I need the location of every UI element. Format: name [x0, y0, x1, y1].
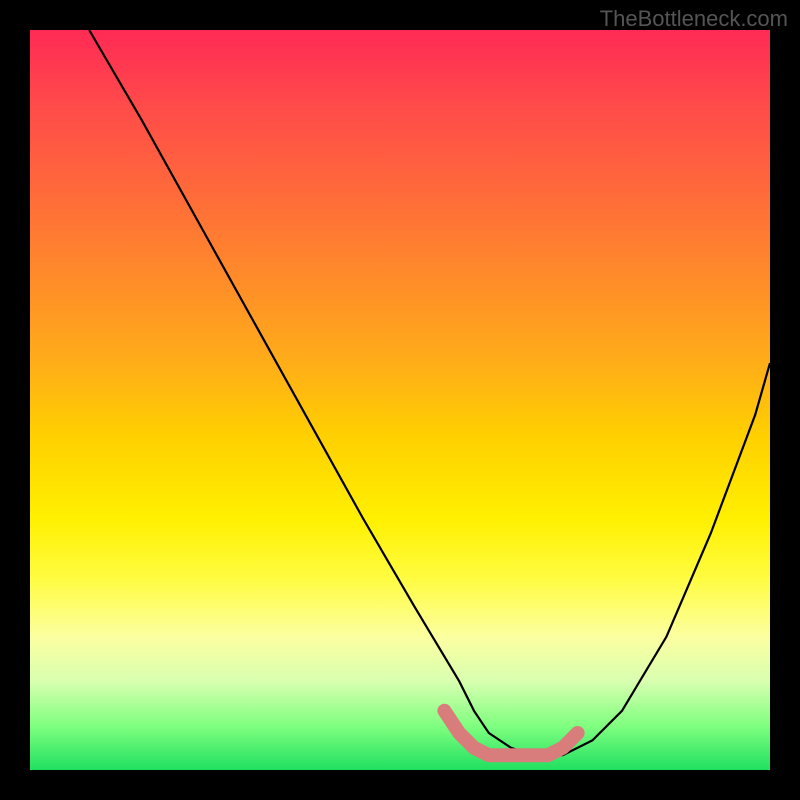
chart-svg [30, 30, 770, 770]
watermark-text: TheBottleneck.com [600, 6, 788, 32]
bottleneck-curve [89, 30, 770, 755]
optimal-band-highlight [444, 711, 577, 755]
